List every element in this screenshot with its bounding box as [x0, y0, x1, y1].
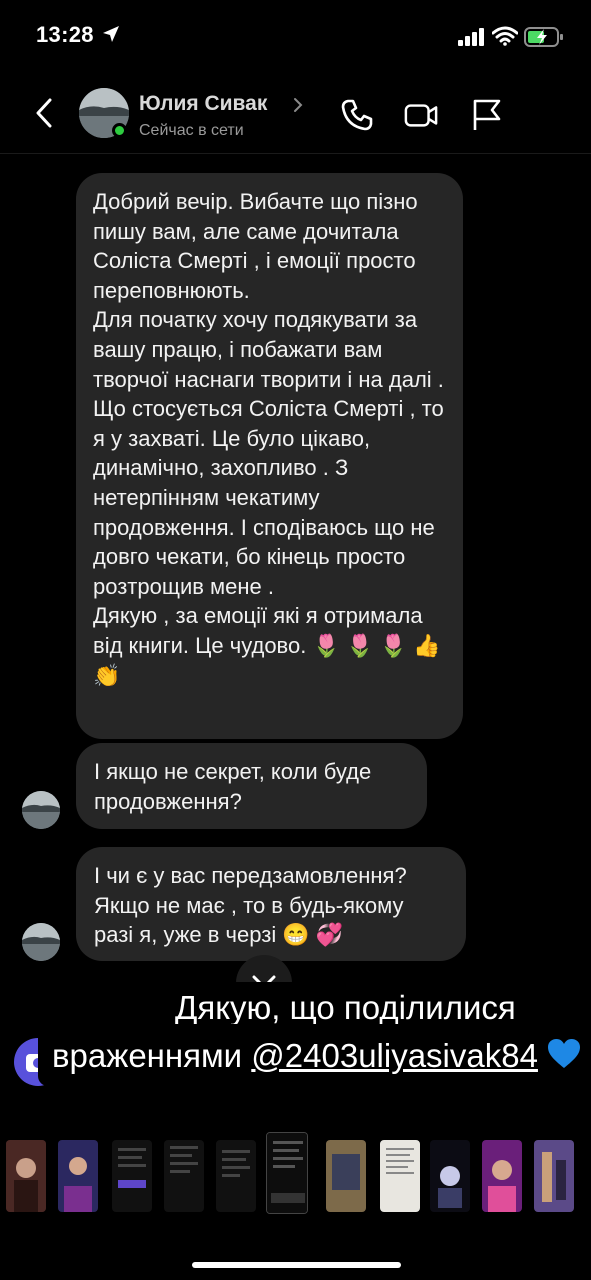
presence-status: Сейчас в сети [139, 122, 244, 139]
message-paragraph: Добрий вечір. Вибачте що пізно пишу вам,… [93, 189, 418, 303]
blue-heart-icon [548, 1039, 581, 1068]
home-indicator[interactable] [192, 1262, 401, 1268]
message-paragraph: Що стосується Соліста Смерті , то я у за… [93, 396, 444, 599]
story-thumbnail[interactable] [164, 1140, 204, 1212]
status-bar: 13:28 [0, 0, 591, 76]
video-icon[interactable] [404, 98, 438, 132]
chat-header: Юлия Сивак Сейчас в сети [0, 76, 591, 154]
status-time: 13:28 [36, 22, 94, 47]
story-caption-line2: враженнями @2403uliyasivak84 [38, 1024, 591, 1086]
story-thumbnail[interactable] [6, 1140, 46, 1212]
caption-text: враженнями [52, 1037, 243, 1074]
story-thumbnail[interactable] [112, 1140, 152, 1212]
phone-icon[interactable] [340, 98, 374, 132]
battery-charging-icon [524, 27, 563, 47]
story-thumbnail[interactable] [482, 1140, 522, 1212]
story-thumbnail[interactable] [430, 1140, 470, 1212]
message-bubble[interactable]: Добрий вечір. Вибачте що пізно пишу вам,… [76, 173, 463, 739]
story-thumbnail-strip [0, 1132, 591, 1222]
story-thumbnail-selected[interactable] [266, 1132, 308, 1214]
online-indicator [112, 123, 127, 138]
story-thumbnail[interactable] [326, 1140, 366, 1212]
mention-link[interactable]: @2403uliyasivak84 [251, 1037, 538, 1074]
message-bubble[interactable]: І якщо не секрет, коли буде продовження? [76, 743, 427, 829]
chevron-right-icon[interactable] [292, 96, 304, 114]
flag-icon[interactable] [470, 98, 504, 132]
message-text: І чи є у вас передзамовлення? Якщо не ма… [94, 863, 407, 948]
back-chevron-icon[interactable] [30, 96, 60, 130]
message-text: І якщо не секрет, коли буде продовження? [94, 759, 372, 814]
caption-text: Дякую, що поділилися [175, 989, 516, 1026]
wifi-icon [492, 26, 518, 46]
story-thumbnail[interactable] [216, 1140, 256, 1212]
story-thumbnail[interactable] [380, 1140, 420, 1212]
message-bubble[interactable]: І чи є у вас передзамовлення? Якщо не ма… [76, 847, 466, 961]
avatar[interactable] [22, 791, 60, 829]
location-arrow-icon [103, 26, 119, 42]
story-thumbnail[interactable] [534, 1140, 574, 1212]
story-thumbnail[interactable] [58, 1140, 98, 1212]
message-paragraph: Для початку хочу подякувати за вашу прац… [93, 307, 444, 392]
avatar[interactable] [22, 923, 60, 961]
signal-icon [458, 28, 484, 46]
contact-name[interactable]: Юлия Сивак [139, 92, 267, 116]
message-paragraph: Дякую , за емоції які я отримала від кни… [93, 603, 441, 688]
